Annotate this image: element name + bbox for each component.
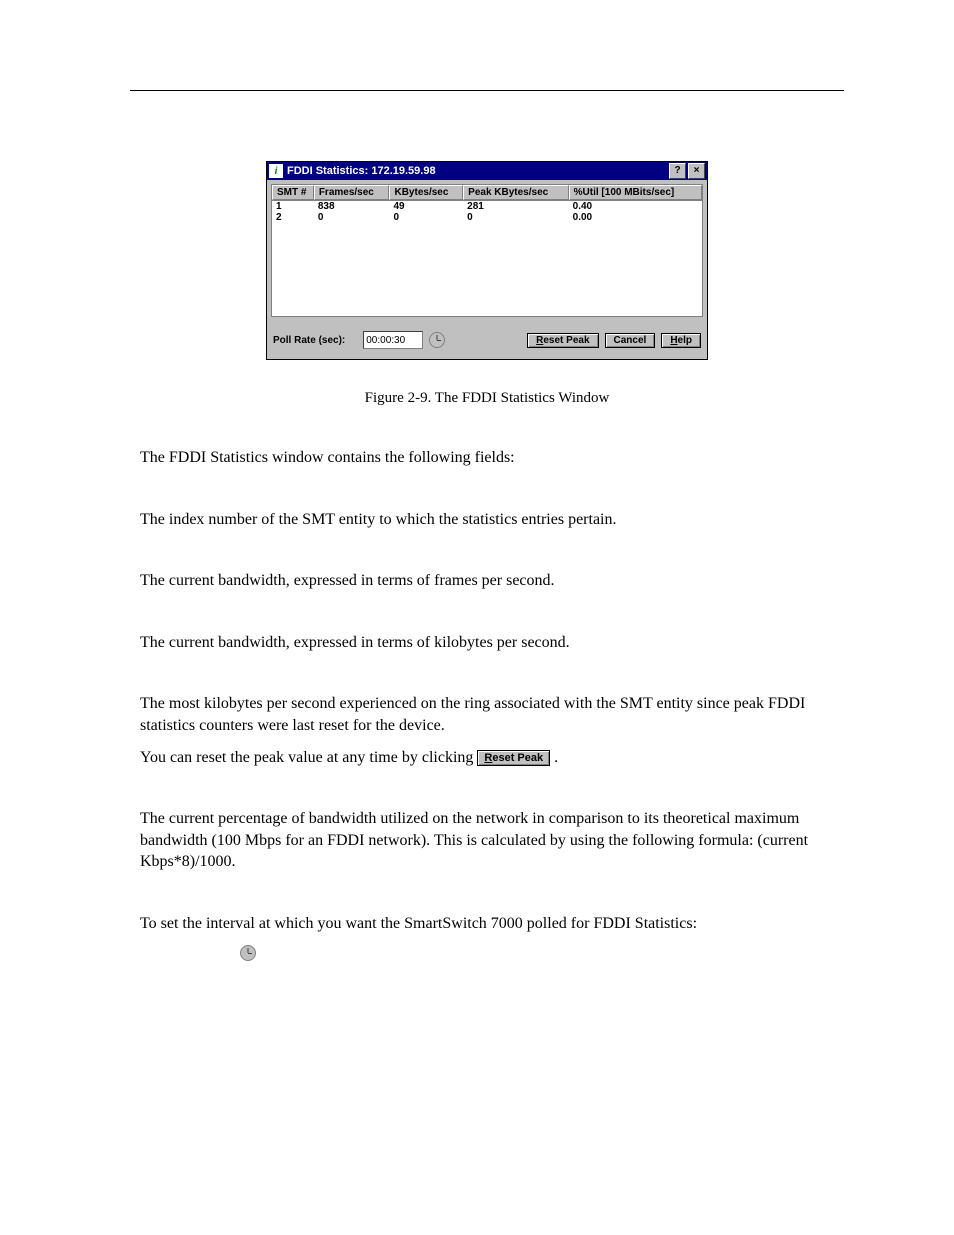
app-icon: i <box>269 164 283 178</box>
stats-header-row: SMT # Frames/sec KBytes/sec Peak KBytes/… <box>271 184 703 201</box>
cell-kbps: 0 <box>389 212 463 223</box>
smt-desc: The index number of the SMT entity to wh… <box>130 509 844 531</box>
col-smt[interactable]: SMT # <box>272 185 314 200</box>
window-button-row: Poll Rate (sec): Reset Peak Cancel Help <box>271 317 703 355</box>
clock-icon[interactable] <box>429 332 445 348</box>
poll-rate-label: Poll Rate (sec): <box>273 335 345 346</box>
window-title: FDDI Statistics: 172.19.59.98 <box>287 165 667 177</box>
btn-text: elp <box>678 335 692 346</box>
peak-reset-pre: You can reset the peak value at any time… <box>140 749 477 766</box>
btn-text: eset Peak <box>543 335 589 346</box>
figure-caption: Figure 2-9. The FDDI Statistics Window <box>130 390 844 407</box>
titlebar: i FDDI Statistics: 172.19.59.98 ? × <box>267 162 707 180</box>
cell-smt: 2 <box>272 212 314 223</box>
fddi-statistics-window: i FDDI Statistics: 172.19.59.98 ? × SMT … <box>266 161 708 360</box>
figure-window-wrap: i FDDI Statistics: 172.19.59.98 ? × SMT … <box>130 161 844 360</box>
titlebar-close-button[interactable]: × <box>688 163 705 179</box>
cell-kbps: 49 <box>389 201 463 212</box>
col-kbps[interactable]: KBytes/sec <box>389 185 463 200</box>
peak-reset-line: You can reset the peak value at any time… <box>130 747 844 769</box>
help-button[interactable]: Help <box>661 333 701 348</box>
table-row[interactable]: 1 838 49 281 0.40 <box>272 201 702 212</box>
kbps-desc: The current bandwidth, expressed in term… <box>130 632 844 654</box>
peak-desc: The most kilobytes per second experience… <box>130 693 844 736</box>
util-desc: The current percentage of bandwidth util… <box>130 808 844 873</box>
window-body: SMT # Frames/sec KBytes/sec Peak KBytes/… <box>267 180 707 359</box>
titlebar-help-button[interactable]: ? <box>669 163 686 179</box>
inline-reset-peak-button[interactable]: Reset Peak <box>477 750 550 766</box>
cell-util: 0.00 <box>569 212 702 223</box>
peak-reset-post: . <box>554 749 558 766</box>
poll-rate-input[interactable] <box>363 331 423 349</box>
cancel-button[interactable]: Cancel <box>605 333 656 348</box>
table-row[interactable]: 2 0 0 0 0.00 <box>272 212 702 223</box>
cell-fps: 0 <box>314 212 390 223</box>
cell-smt: 1 <box>272 201 314 212</box>
standalone-clock-wrap <box>240 945 844 966</box>
col-peak[interactable]: Peak KBytes/sec <box>463 185 569 200</box>
btn-text: eset Peak <box>492 752 543 764</box>
intro-text: The FDDI Statistics window contains the … <box>130 447 844 469</box>
cell-util: 0.40 <box>569 201 702 212</box>
cell-fps: 838 <box>314 201 390 212</box>
col-fps[interactable]: Frames/sec <box>314 185 390 200</box>
poll-desc: To set the interval at which you want th… <box>130 913 844 935</box>
cell-peak: 281 <box>463 201 569 212</box>
stats-grid: 1 838 49 281 0.40 2 0 0 0 0.00 <box>271 201 703 317</box>
reset-peak-button[interactable]: Reset Peak <box>527 333 598 348</box>
fps-desc: The current bandwidth, expressed in term… <box>130 570 844 592</box>
clock-icon <box>240 945 256 961</box>
cell-peak: 0 <box>463 212 569 223</box>
header-rule <box>130 90 844 91</box>
col-util[interactable]: %Util [100 MBits/sec] <box>569 185 702 200</box>
